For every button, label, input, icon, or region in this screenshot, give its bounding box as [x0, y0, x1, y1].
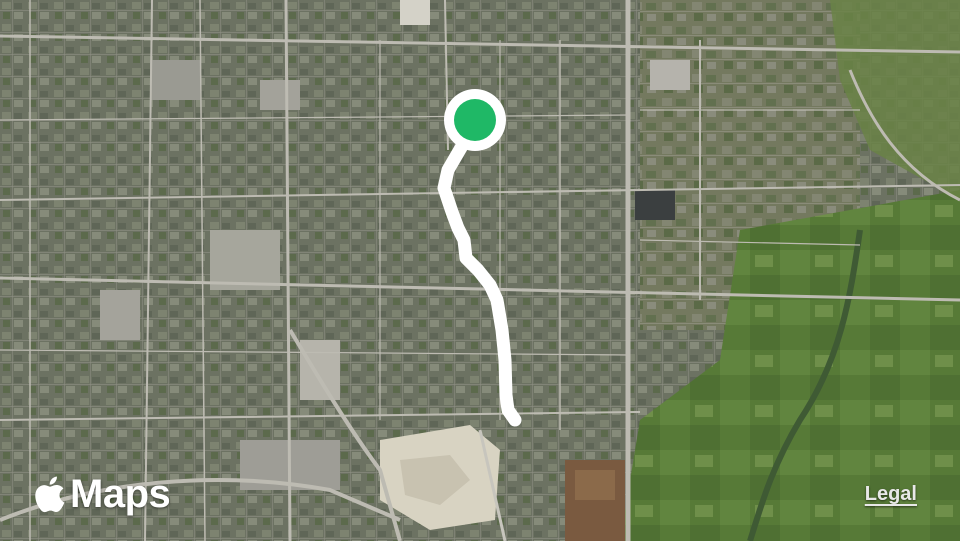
location-start-icon [444, 89, 506, 151]
maps-wordmark: Maps [70, 472, 171, 516]
apple-logo-icon [35, 476, 65, 513]
satellite-imagery [0, 0, 960, 541]
map-view[interactable]: Maps Legal [0, 0, 960, 541]
legal-link[interactable]: Legal [865, 483, 917, 506]
maps-brand: Maps [30, 472, 171, 516]
